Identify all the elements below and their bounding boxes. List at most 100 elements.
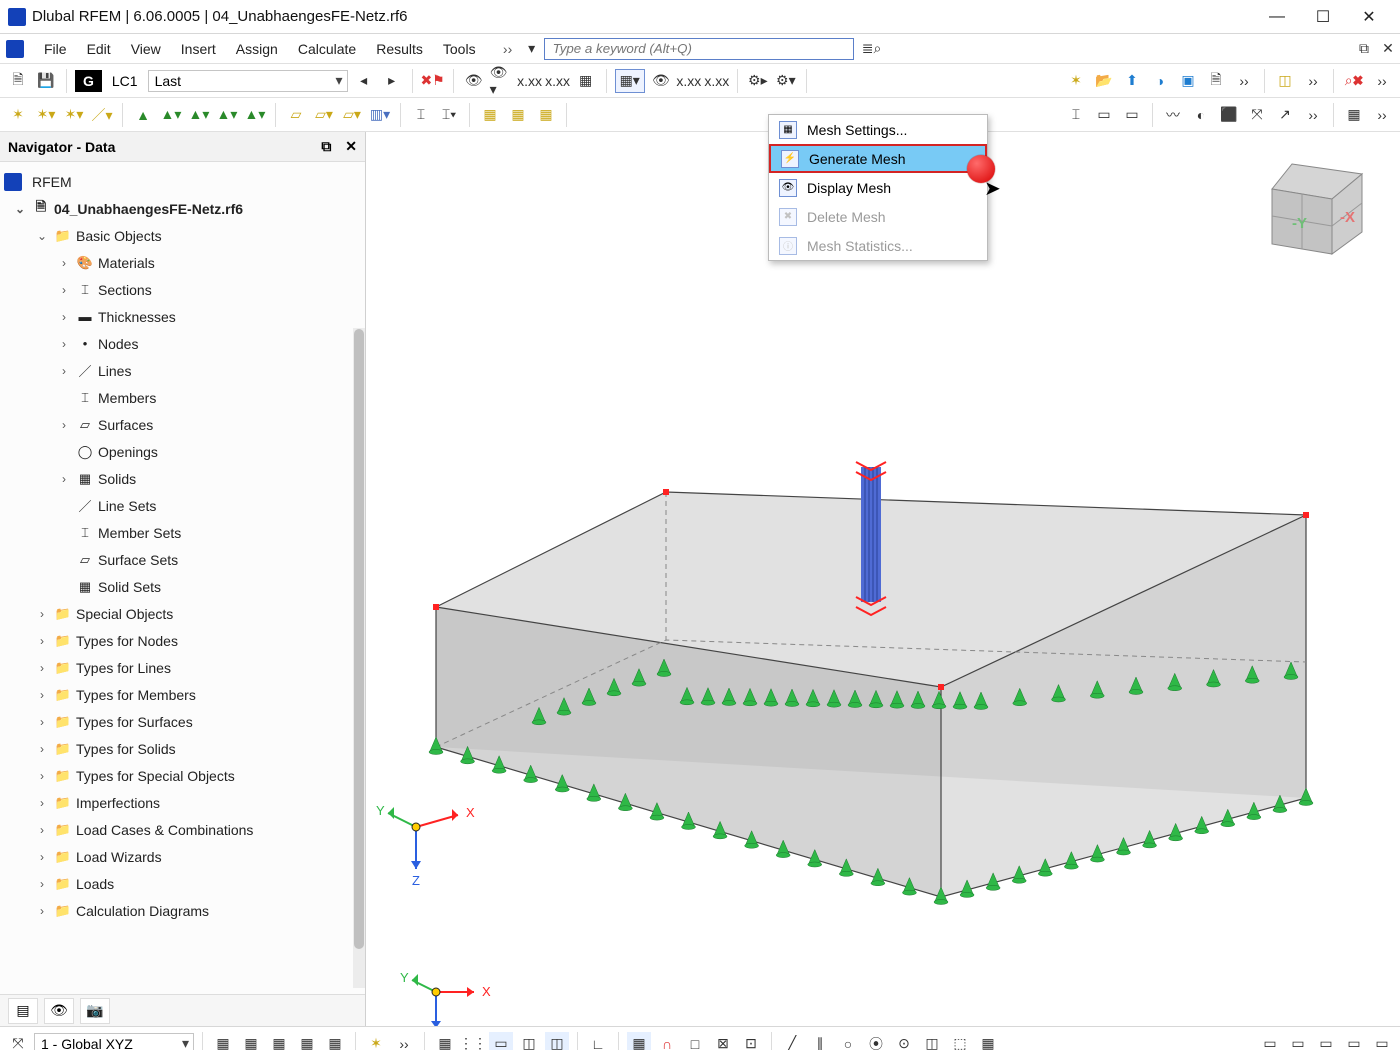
tree-item[interactable]: ›📁Load Cases & Combinations	[4, 816, 365, 843]
tree-item[interactable]: ▱Surface Sets	[4, 546, 365, 573]
cs-icon[interactable]: ⤧	[6, 1032, 30, 1050]
tree-item[interactable]: ›📁Loads	[4, 870, 365, 897]
cloud-save-icon[interactable]: ⬆	[1120, 69, 1144, 93]
tree-item[interactable]: ›／Lines	[4, 357, 365, 384]
osnap-grid-icon[interactable]: ▦	[627, 1032, 651, 1050]
nav-root[interactable]: RFEM	[32, 174, 72, 190]
result-xx2-icon[interactable]: x.xx	[705, 69, 729, 93]
overflow-4-icon[interactable]: ››	[1301, 103, 1325, 127]
result-x2-icon[interactable]: x.xx	[546, 69, 570, 93]
nav-tab-views-icon[interactable]: 📷	[80, 998, 110, 1024]
expand-icon[interactable]: ›	[56, 364, 72, 378]
snap1-icon[interactable]: ▦	[211, 1032, 235, 1050]
tree-item[interactable]: ／Line Sets	[4, 492, 365, 519]
overflow-3-icon[interactable]: ››	[1370, 69, 1394, 93]
table-icon[interactable]: ▦	[1342, 103, 1366, 127]
grid-b-icon[interactable]: ▦	[433, 1032, 457, 1050]
guide-g-icon[interactable]: ▦	[976, 1032, 1000, 1050]
navigator-scrollbar[interactable]	[353, 328, 365, 988]
snap4-icon[interactable]: ▦	[295, 1032, 319, 1050]
mesh-dropdown-button[interactable]: ▦▾	[615, 69, 645, 93]
support-tool4-icon[interactable]: ▲▾	[215, 103, 239, 127]
tree-item[interactable]: ›📁Calculation Diagrams	[4, 897, 365, 924]
osnap-cross-icon[interactable]: ⊠	[711, 1032, 735, 1050]
tree-item[interactable]: ›▬Thicknesses	[4, 303, 365, 330]
close-panel-icon[interactable]: ✕	[1376, 37, 1400, 61]
section-tool2-icon[interactable]: ⌶▾	[437, 103, 461, 127]
maximize-button[interactable]: ☐	[1300, 2, 1346, 32]
expand-icon[interactable]: ›	[34, 661, 50, 675]
dots-b-icon[interactable]: ⋮⋮	[461, 1032, 485, 1050]
expand-icon[interactable]: ›	[34, 796, 50, 810]
overflow-2-icon[interactable]: ››	[1301, 69, 1325, 93]
expand-icon[interactable]: ›	[34, 769, 50, 783]
show-results-icon[interactable]: 👁	[462, 69, 486, 93]
show-results2-icon[interactable]: 👁▾	[490, 69, 514, 93]
tree-item[interactable]: ▦Solid Sets	[4, 573, 365, 600]
surface-tool-icon[interactable]: ▱	[284, 103, 308, 127]
expand-icon[interactable]: ⌄	[34, 229, 50, 243]
support-tool2-icon[interactable]: ▲▾	[159, 103, 183, 127]
guide-t-icon[interactable]: ⦿	[864, 1032, 888, 1050]
tree-item[interactable]: ›•Nodes	[4, 330, 365, 357]
cs-combo[interactable]: 1 - Global XYZ	[34, 1033, 194, 1050]
tree-item[interactable]: ›📁Types for Solids	[4, 735, 365, 762]
nav-basic[interactable]: Basic Objects	[76, 228, 162, 244]
cube-icon[interactable]: ⬛	[1217, 103, 1241, 127]
node-tool2-icon[interactable]: ✶▾	[34, 103, 58, 127]
run-all-icon[interactable]: ⚙▾	[774, 69, 798, 93]
node-tool3-icon[interactable]: ✶▾	[62, 103, 86, 127]
tree-item[interactable]: ›▱Surfaces	[4, 411, 365, 438]
axes-icon[interactable]: ⤧	[1245, 103, 1269, 127]
expand-icon[interactable]: ›	[34, 742, 50, 756]
expand-icon[interactable]: ›	[34, 688, 50, 702]
menu-file[interactable]: File	[34, 37, 77, 61]
overflow-b-icon[interactable]: ››	[392, 1032, 416, 1050]
menu-view[interactable]: View	[121, 37, 171, 61]
nav-tab-display-icon[interactable]: 👁	[44, 998, 74, 1024]
menu-dropdown-icon[interactable]: ▾	[520, 37, 544, 61]
next-lc-icon[interactable]: ▸	[380, 69, 404, 93]
tree-item[interactable]: ›▦Solids	[4, 465, 365, 492]
menu-tools[interactable]: Tools	[433, 37, 486, 61]
section-tool-icon[interactable]: ⌶	[409, 103, 433, 127]
search-options-icon[interactable]: ≣⌕	[860, 37, 884, 61]
expand-icon[interactable]: ›	[56, 256, 72, 270]
new-file-icon[interactable]: 🗎	[6, 69, 30, 93]
grid-tool2-icon[interactable]: ▦	[506, 103, 530, 127]
expand-icon[interactable]: ›	[34, 823, 50, 837]
support-tool-icon[interactable]: ▲	[131, 103, 155, 127]
grid-tool-icon[interactable]: ▦	[478, 103, 502, 127]
tree-item[interactable]: ›⌶Sections	[4, 276, 365, 303]
tree-item[interactable]: ›📁Special Objects	[4, 600, 365, 627]
shell-icon[interactable]: ◐	[1189, 103, 1213, 127]
tree-item[interactable]: ›📁Types for Members	[4, 681, 365, 708]
osnap-mid-icon[interactable]: ⊡	[739, 1032, 763, 1050]
expand-icon[interactable]: ›	[34, 850, 50, 864]
mesh-statistics-item[interactable]: ⓘMesh Statistics...	[769, 231, 987, 260]
guide-l-icon[interactable]: ╱	[780, 1032, 804, 1050]
mesh-settings-item[interactable]: ▦Mesh Settings...	[769, 115, 987, 144]
tree-item[interactable]: ›🎨Materials	[4, 249, 365, 276]
section-lib-icon[interactable]: ⌶	[1064, 103, 1088, 127]
tree-item[interactable]: ›📁Types for Surfaces	[4, 708, 365, 735]
line-tool-icon[interactable]: ／▾	[90, 103, 114, 127]
view5-icon[interactable]: ▭	[1370, 1032, 1394, 1050]
result-xx1-icon[interactable]: x.xx	[677, 69, 701, 93]
expand-icon[interactable]: ›	[56, 310, 72, 324]
menu-calculate[interactable]: Calculate	[288, 37, 366, 61]
close-button[interactable]: ✕	[1346, 2, 1392, 32]
envelope-icon[interactable]: ▦	[574, 69, 598, 93]
support-tool3-icon[interactable]: ▲▾	[187, 103, 211, 127]
minimize-button[interactable]: —	[1254, 2, 1300, 32]
expand-icon[interactable]: ›	[34, 877, 50, 891]
grid-tool3-icon[interactable]: ▦	[534, 103, 558, 127]
sel-lasso-icon[interactable]: ◫	[517, 1032, 541, 1050]
loadcase-combo[interactable]: Last	[148, 70, 348, 92]
expand-icon[interactable]: ›	[34, 607, 50, 621]
run-icon[interactable]: ⚙▸	[746, 69, 770, 93]
nav-tab-data-icon[interactable]: ▤	[8, 998, 38, 1024]
snap3-icon[interactable]: ▦	[267, 1032, 291, 1050]
save-icon[interactable]: 💾	[34, 69, 58, 93]
expand-icon[interactable]: ›	[34, 634, 50, 648]
